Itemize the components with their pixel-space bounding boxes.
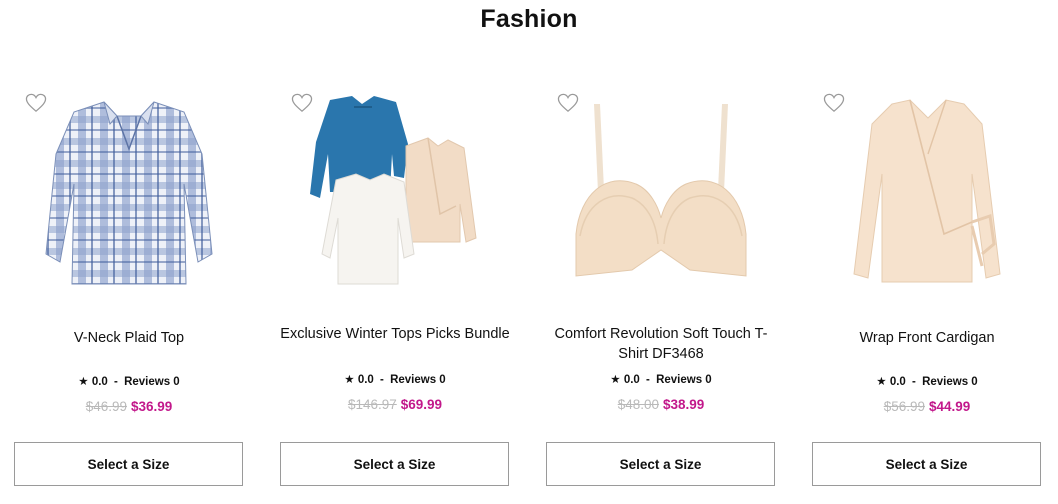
reviews-count: 0	[971, 376, 978, 388]
sale-price: $36.99	[131, 399, 173, 414]
product-price: $146.97 $69.99	[280, 397, 510, 412]
product-name[interactable]: Comfort Revolution Soft Touch T-Shirt DF…	[546, 324, 776, 364]
reviews-label: Reviews	[656, 374, 703, 386]
rating-value: 0.0	[357, 374, 374, 386]
original-price: $46.99	[85, 399, 127, 414]
bra-image[interactable]	[566, 94, 756, 294]
original-price: $48.00	[617, 397, 659, 412]
reviews-label: Reviews	[390, 374, 437, 386]
reviews-count: 0	[439, 374, 446, 386]
cardigan-image[interactable]	[832, 94, 1022, 294]
sale-price: $38.99	[663, 397, 705, 412]
page-title: Fashion	[480, 5, 578, 33]
reviews-label: Reviews	[124, 376, 171, 388]
product-name[interactable]: Wrap Front Cardigan	[812, 328, 1042, 348]
select-size-button[interactable]: Select a Size	[546, 442, 775, 486]
product-rating: ★ 0.0 - Reviews 0	[546, 372, 776, 386]
product-rating: ★ 0.0 - Reviews 0	[812, 374, 1042, 388]
rating-value: 0.0	[889, 376, 906, 388]
reviews-label: Reviews	[922, 376, 969, 388]
product-card[interactable]: Exclusive Winter Tops Picks Bundle ★ 0.0…	[280, 88, 510, 488]
product-name[interactable]: Exclusive Winter Tops Picks Bundle	[280, 324, 510, 344]
select-size-button[interactable]: Select a Size	[280, 442, 509, 486]
rating-separator: -	[646, 374, 650, 386]
tops-bundle-image[interactable]	[300, 94, 490, 294]
plaid-shirt-image[interactable]	[34, 94, 224, 294]
product-rating: ★ 0.0 - Reviews 0	[280, 372, 510, 386]
product-card[interactable]: Wrap Front Cardigan ★ 0.0 - Reviews 0 $5…	[812, 88, 1042, 488]
reviews-count: 0	[173, 376, 180, 388]
select-size-button[interactable]: Select a Size	[14, 442, 243, 486]
product-name[interactable]: V-Neck Plaid Top	[14, 328, 244, 348]
star-icon: ★	[344, 374, 355, 386]
product-rating: ★ 0.0 - Reviews 0	[14, 374, 244, 388]
product-price: $46.99 $36.99	[14, 399, 244, 414]
product-card[interactable]: Comfort Revolution Soft Touch T-Shirt DF…	[546, 88, 776, 488]
reviews-count: 0	[705, 374, 712, 386]
rating-value: 0.0	[91, 376, 108, 388]
rating-separator: -	[380, 374, 384, 386]
rating-separator: -	[912, 376, 916, 388]
product-price: $48.00 $38.99	[546, 397, 776, 412]
product-card[interactable]: V-Neck Plaid Top ★ 0.0 - Reviews 0 $46.9…	[14, 88, 244, 488]
rating-separator: -	[114, 376, 118, 388]
original-price: $56.99	[883, 399, 925, 414]
product-price: $56.99 $44.99	[812, 399, 1042, 414]
star-icon: ★	[876, 376, 887, 388]
original-price: $146.97	[347, 397, 397, 412]
sale-price: $69.99	[400, 397, 443, 412]
star-icon: ★	[610, 374, 621, 386]
sale-price: $44.99	[929, 399, 971, 414]
select-size-button[interactable]: Select a Size	[812, 442, 1041, 486]
rating-value: 0.0	[623, 374, 640, 386]
star-icon: ★	[78, 376, 89, 388]
